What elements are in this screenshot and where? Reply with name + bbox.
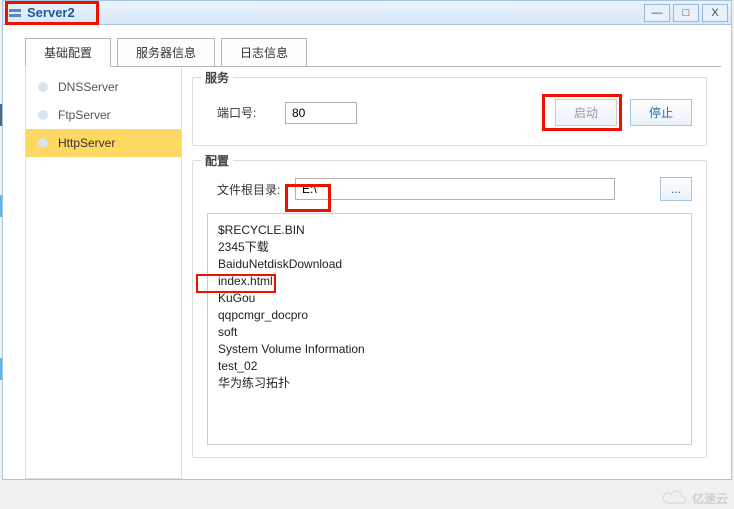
main-panel: 服务 端口号: 启动 停止 配置 文件根目录: ... xyxy=(182,67,731,482)
maximize-button[interactable]: □ xyxy=(673,4,699,22)
list-item[interactable]: index.html xyxy=(218,273,681,290)
stop-button[interactable]: 停止 xyxy=(630,99,692,126)
window-title: Server2 xyxy=(27,5,75,20)
tab-basic-config[interactable]: 基础配置 xyxy=(25,38,111,67)
service-legend: 服务 xyxy=(201,69,233,86)
sidebar-item-http[interactable]: HttpServer xyxy=(26,129,181,157)
minimize-button[interactable]: — xyxy=(644,4,670,22)
service-fieldset: 服务 端口号: 启动 停止 xyxy=(192,77,707,146)
sidebar-label-dns: DNSServer xyxy=(58,80,119,94)
window-controls: — □ X xyxy=(644,4,731,22)
config-fieldset: 配置 文件根目录: ... $RECYCLE.BIN 2345下载 BaiduN… xyxy=(192,160,707,458)
app-window: Server2 — □ X 基础配置 服务器信息 日志信息 DNSServer … xyxy=(2,0,732,480)
port-label: 端口号: xyxy=(207,104,285,121)
list-item[interactable]: BaiduNetdiskDownload xyxy=(218,256,681,273)
titlebar: Server2 — □ X xyxy=(3,1,731,25)
tab-log-info[interactable]: 日志信息 xyxy=(221,38,307,67)
list-item[interactable]: test_02 xyxy=(218,358,681,375)
sidebar-label-ftp: FtpServer xyxy=(58,108,111,122)
list-item[interactable]: KuGou xyxy=(218,290,681,307)
list-item[interactable]: soft xyxy=(218,324,681,341)
app-icon xyxy=(7,5,23,21)
port-input[interactable] xyxy=(285,102,357,124)
root-dir-label: 文件根目录: xyxy=(207,181,295,198)
browse-button[interactable]: ... xyxy=(660,177,692,201)
list-item[interactable]: qqpcmgr_docpro xyxy=(218,307,681,324)
highlight-start: 启动 xyxy=(542,94,622,131)
status-dot-icon xyxy=(38,82,48,92)
close-button[interactable]: X xyxy=(702,4,728,22)
status-dot-icon xyxy=(38,138,48,148)
cloud-icon xyxy=(660,489,688,507)
file-list[interactable]: $RECYCLE.BIN 2345下载 BaiduNetdiskDownload… xyxy=(207,213,692,445)
tab-server-info[interactable]: 服务器信息 xyxy=(117,38,215,67)
sidebar-item-dns[interactable]: DNSServer xyxy=(26,73,181,101)
server-sidebar: DNSServer FtpServer HttpServer xyxy=(25,67,182,479)
list-item[interactable]: 2345下载 xyxy=(218,239,681,256)
list-item[interactable]: System Volume Information xyxy=(218,341,681,358)
tab-bar: 基础配置 服务器信息 日志信息 xyxy=(25,37,731,66)
watermark: 亿速云 xyxy=(660,489,728,507)
watermark-text: 亿速云 xyxy=(692,490,728,507)
list-item[interactable]: $RECYCLE.BIN xyxy=(218,222,681,239)
start-button[interactable]: 启动 xyxy=(555,99,617,126)
sidebar-label-http: HttpServer xyxy=(58,136,115,150)
sidebar-item-ftp[interactable]: FtpServer xyxy=(26,101,181,129)
list-item[interactable]: 华为练习拓扑 xyxy=(218,375,681,392)
root-dir-input[interactable] xyxy=(295,178,615,200)
config-legend: 配置 xyxy=(201,152,233,169)
status-dot-icon xyxy=(38,110,48,120)
